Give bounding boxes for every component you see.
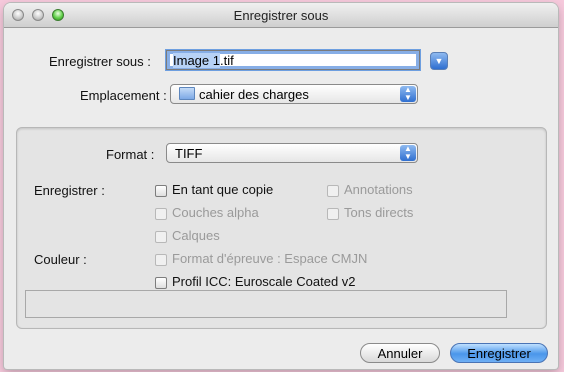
filename-extension: .tif — [219, 53, 234, 68]
chevron-down-icon: ▼ — [434, 56, 444, 66]
color-label: Couleur : — [34, 252, 87, 267]
save-dialog: Enregistrer sous Enregistrer sous : Imag… — [4, 3, 558, 369]
message-box — [25, 290, 507, 318]
format-value: TIFF — [175, 146, 203, 161]
filename-field[interactable]: Image 1.tif — [166, 50, 420, 70]
copy-checkbox-label: En tant que copie — [172, 182, 274, 197]
popup-arrows-icon: ▲ ▼ — [400, 86, 416, 102]
alpha-channels-checkbox-label: Couches alpha — [172, 205, 259, 220]
proof-setup-checkbox-label: Format d'épreuve : Espace CMJN — [172, 251, 368, 266]
folder-icon — [179, 87, 195, 100]
location-label: Emplacement : — [80, 88, 167, 103]
cancel-button[interactable]: Annuler — [360, 343, 440, 363]
alpha-channels-checkbox[interactable] — [155, 208, 167, 220]
spot-colors-checkbox[interactable] — [327, 208, 339, 220]
annotations-checkbox[interactable] — [327, 185, 339, 197]
format-popup[interactable]: TIFF ▲ ▼ — [166, 143, 418, 163]
spot-colors-checkbox-label: Tons directs — [344, 205, 414, 220]
title-bar: Enregistrer sous — [4, 3, 558, 28]
icc-profile-checkbox[interactable] — [155, 277, 167, 289]
location-popup[interactable]: cahier des charges ▲ ▼ — [170, 84, 418, 104]
proof-setup-checkbox[interactable] — [155, 254, 167, 266]
save-button[interactable]: Enregistrer — [450, 343, 548, 363]
layers-checkbox[interactable] — [155, 231, 167, 243]
expand-disclosure-button[interactable]: ▼ — [430, 52, 448, 70]
save-as-label: Enregistrer sous : — [49, 54, 151, 69]
filename-selected-text: Image 1 — [173, 53, 220, 68]
save-options-label: Enregistrer : — [34, 183, 105, 198]
popup-arrows-icon: ▲ ▼ — [400, 145, 416, 161]
format-label: Format : — [106, 147, 155, 162]
copy-checkbox[interactable] — [155, 185, 167, 197]
icc-profile-checkbox-label: Profil ICC: Euroscale Coated v2 — [172, 274, 356, 289]
layers-checkbox-label: Calques — [172, 228, 220, 243]
location-value: cahier des charges — [199, 87, 309, 102]
window-title: Enregistrer sous — [233, 8, 329, 23]
annotations-checkbox-label: Annotations — [344, 182, 413, 197]
